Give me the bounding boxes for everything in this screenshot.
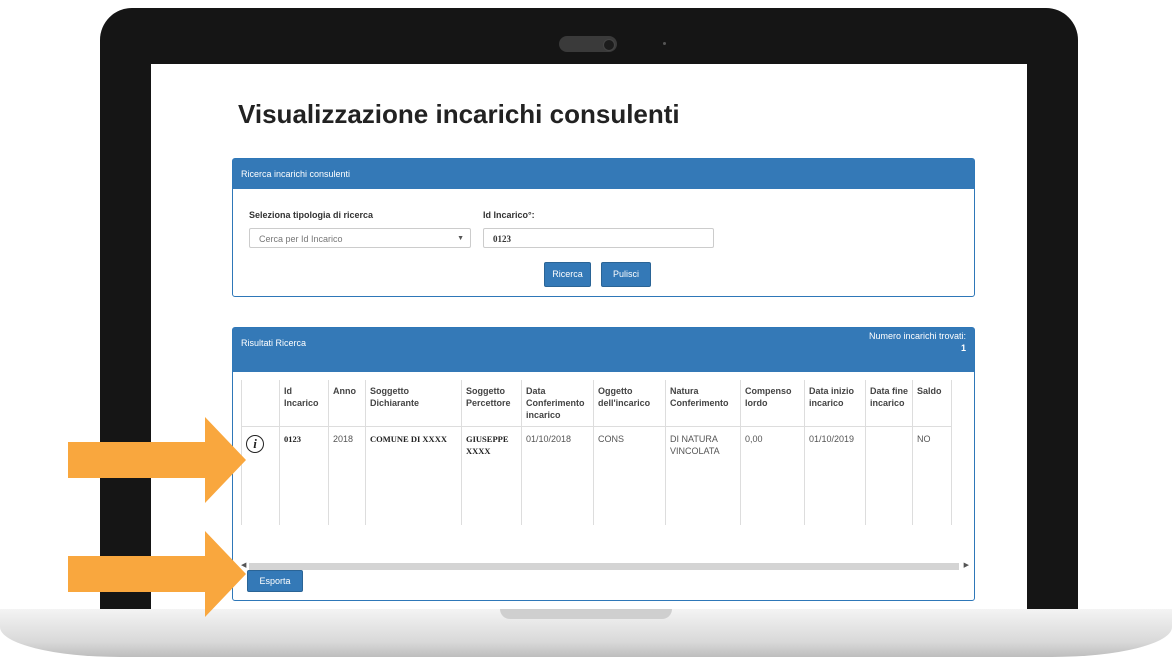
cell-compenso: 0,00 <box>740 426 805 525</box>
cell-data-inizio: 01/10/2019 <box>804 426 866 525</box>
clear-button[interactable]: Pulisci <box>601 262 651 287</box>
info-icon[interactable]: i <box>246 435 264 453</box>
id-incarico-label: Id Incarico°: <box>483 210 535 220</box>
col-id-incarico: Id Incarico <box>279 380 329 427</box>
results-count: Numero incarichi trovati: 1 <box>869 330 966 354</box>
col-action <box>241 380 280 427</box>
col-data-fine: Data fine incarico <box>865 380 913 427</box>
cell-anno: 2018 <box>328 426 366 525</box>
arrow-right-icon <box>68 531 246 617</box>
scroll-right-icon[interactable]: ▶ <box>964 561 969 569</box>
arrow-right-icon <box>68 417 246 503</box>
search-type-select[interactable]: Cerca per Id Incarico ▼ <box>249 228 471 248</box>
results-table: Id Incarico Anno Soggetto Dichiarante So… <box>241 380 952 525</box>
id-incarico-input[interactable]: 0123 <box>483 228 714 248</box>
results-count-value: 1 <box>960 343 966 353</box>
sensor-dot <box>663 42 666 45</box>
scroll-track[interactable] <box>249 563 959 570</box>
search-button[interactable]: Ricerca <box>544 262 591 287</box>
page-title: Visualizzazione incarichi consulenti <box>238 99 680 129</box>
cell-data-fine <box>865 426 913 525</box>
cell-data-conferimento: 01/10/2018 <box>521 426 594 525</box>
col-soggetto-dichiarante: Soggetto Dichiarante <box>365 380 462 427</box>
cell-percettore: GIUSEPPE XXXX <box>461 426 522 525</box>
table-row: i 0123 2018 COMUNE DI XXXX GIUSEPPE XXXX… <box>241 426 952 525</box>
search-type-label: Seleziona tipologia di ricerca <box>249 210 374 220</box>
col-compenso-lordo: Compenso lordo <box>740 380 805 427</box>
col-soggetto-percettore: Soggetto Percettore <box>461 380 522 427</box>
camera-icon <box>603 39 615 51</box>
results-count-label: Numero incarichi trovati: <box>868 331 966 341</box>
col-saldo: Saldo <box>912 380 952 427</box>
results-panel: Risultati Ricerca Numero incarichi trova… <box>232 327 975 601</box>
screen: Visualizzazione incarichi consulenti Ric… <box>151 64 1027 609</box>
table-header-row: Id Incarico Anno Soggetto Dichiarante So… <box>241 380 952 427</box>
cell-dichiarante: COMUNE DI XXXX <box>365 426 462 525</box>
col-anno: Anno <box>328 380 366 427</box>
col-data-inizio: Data inizio incarico <box>804 380 866 427</box>
laptop-base-notch <box>500 609 672 619</box>
results-table-container: Id Incarico Anno Soggetto Dichiarante So… <box>241 380 971 560</box>
search-type-value: Cerca per Id Incarico <box>259 234 343 244</box>
results-panel-title: Risultati Ricerca <box>241 338 307 348</box>
col-natura-conferimento: Natura Conferimento <box>665 380 741 427</box>
col-data-conferimento: Data Conferimento incarico <box>521 380 594 427</box>
export-button[interactable]: Esporta <box>247 570 303 592</box>
horizontal-scrollbar[interactable]: ◀ ▶ <box>241 562 969 571</box>
cell-natura: DI NATURA VINCOLATA <box>665 426 741 525</box>
search-panel: Ricerca incarichi consulenti Seleziona t… <box>232 158 975 297</box>
search-panel-header: Ricerca incarichi consulenti <box>233 159 974 189</box>
chevron-down-icon: ▼ <box>457 235 464 242</box>
results-panel-header: Risultati Ricerca Numero incarichi trova… <box>233 328 974 372</box>
row-action-cell: i <box>241 426 280 525</box>
cell-oggetto: CONS <box>593 426 666 525</box>
col-oggetto: Oggetto dell'incarico <box>593 380 666 427</box>
cell-id: 0123 <box>279 426 329 525</box>
cell-saldo: NO <box>912 426 952 525</box>
